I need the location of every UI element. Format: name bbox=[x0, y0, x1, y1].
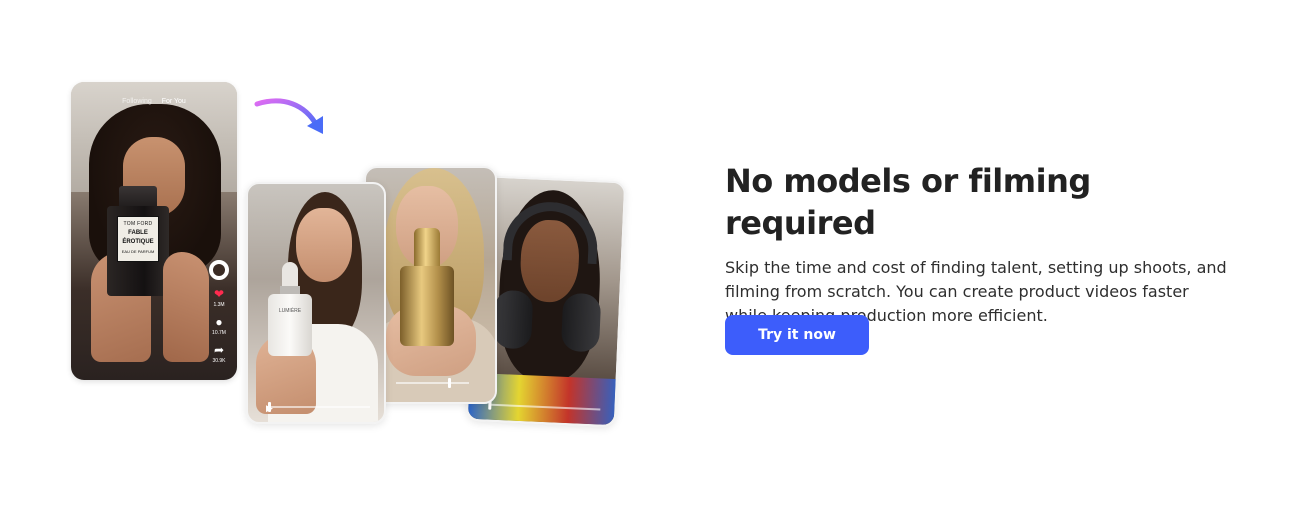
comment-count: 10.7M bbox=[212, 330, 226, 336]
headphones-product bbox=[492, 200, 605, 354]
gold-bottle-body bbox=[400, 266, 454, 346]
video-progress-bar bbox=[396, 378, 469, 388]
share-icon: ➦ bbox=[213, 343, 225, 357]
gold-serum-bottle bbox=[398, 228, 456, 346]
comment-action: ● 10.7M bbox=[212, 316, 226, 336]
perfume-label: TOM FORD FABLE ÉROTIQUE EAU DE PARFUM bbox=[117, 216, 159, 262]
generated-video-card-1: LUMIÈRE ▶ bbox=[246, 182, 386, 424]
heart-icon: ❤ bbox=[213, 287, 225, 301]
serum-label: LUMIÈRE bbox=[268, 294, 312, 356]
perfume-name-line2: ÉROTIQUE bbox=[122, 239, 154, 246]
serum-dropper bbox=[282, 262, 298, 288]
feature-section: Following For You TOM FORD FABLE ÉROTIQU… bbox=[0, 0, 1307, 521]
try-it-now-button[interactable]: Try it now bbox=[725, 315, 869, 355]
section-title: No models or filming required bbox=[725, 162, 1091, 242]
tab-following: Following bbox=[122, 98, 152, 105]
progress-knob bbox=[448, 378, 451, 388]
share-action: ➦ 30.9K bbox=[212, 344, 225, 364]
tab-for-you: For You bbox=[161, 98, 186, 105]
serum-bottle: LUMIÈRE bbox=[268, 262, 312, 358]
headphones-left-cup bbox=[492, 289, 534, 350]
source-video-preview: Following For You TOM FORD FABLE ÉROTIQU… bbox=[71, 82, 237, 380]
creator-avatar bbox=[209, 260, 229, 280]
video-progress-bar bbox=[268, 402, 370, 412]
comment-icon: ● bbox=[215, 315, 223, 329]
share-count: 30.9K bbox=[212, 358, 226, 364]
source-presenter-right-hand bbox=[163, 252, 209, 362]
transform-arrow-icon bbox=[254, 98, 323, 134]
perfume-name-line1: FABLE bbox=[128, 229, 148, 236]
feed-tabs: Following For You bbox=[71, 98, 237, 105]
headphones-band bbox=[502, 200, 600, 265]
video-action-rail: ❤ 1.3M ● 10.7M ➦ 30.9K bbox=[207, 260, 231, 364]
progress-knob bbox=[268, 402, 271, 412]
gold-bottle-cap bbox=[414, 228, 440, 268]
feature-text-block: No models or filming required Skip the t… bbox=[725, 160, 1245, 328]
perfume-sub: EAU DE PARFUM bbox=[121, 249, 155, 255]
headphones-right-cup bbox=[560, 292, 602, 353]
like-action: ❤ 1.3M bbox=[213, 288, 224, 308]
perfume-bottle: TOM FORD FABLE ÉROTIQUE EAU DE PARFUM bbox=[107, 186, 169, 296]
like-count: 1.3M bbox=[213, 302, 225, 308]
perfume-brand: TOM FORD bbox=[123, 221, 153, 227]
